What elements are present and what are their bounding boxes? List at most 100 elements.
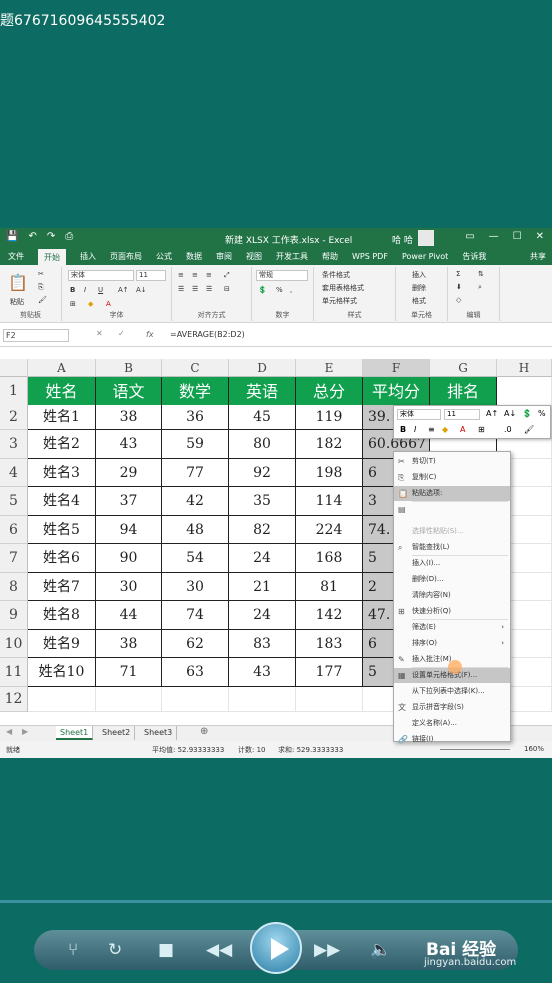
empty-cell[interactable] [28, 687, 96, 712]
tab-2[interactable]: 插入 [80, 251, 96, 262]
shrink-font-icon[interactable]: A↓ [136, 286, 147, 294]
row-header[interactable]: 4 [0, 459, 28, 487]
function-icon[interactable]: fx [146, 330, 154, 339]
tab-6[interactable]: 审阅 [216, 251, 232, 262]
data-cell[interactable]: 92 [229, 459, 296, 487]
currency-icon[interactable]: 💲 [258, 286, 267, 294]
context-menu-item[interactable]: ⊞ 快速分析(Q) [394, 604, 510, 619]
replay-icon[interactable]: ↻ [108, 940, 122, 960]
data-cell[interactable]: 姓名1 [28, 405, 96, 430]
data-cell[interactable]: 142 [296, 601, 363, 630]
data-cell[interactable]: 62 [162, 630, 229, 658]
tab-0[interactable]: 文件 [8, 251, 24, 262]
percent-icon[interactable]: % [276, 286, 283, 294]
mini-size-combo[interactable]: 11 [444, 409, 480, 420]
enter-icon[interactable]: ✓ [118, 329, 125, 338]
context-menu-item[interactable]: 排序(O) › [394, 636, 510, 651]
data-cell[interactable]: 177 [296, 658, 363, 687]
data-cell[interactable]: 114 [296, 487, 363, 516]
stop-icon[interactable]: ■ [158, 940, 174, 960]
column-header[interactable]: G [430, 359, 497, 377]
context-menu-item[interactable]: 定义名称(A)... [394, 716, 510, 731]
number-format-combo[interactable]: 常规 [256, 270, 308, 281]
context-menu-item[interactable]: 选择性粘贴(S)... [394, 524, 510, 539]
user-name[interactable]: 哈 哈 [392, 233, 413, 246]
add-sheet-icon[interactable]: ⊕ [200, 726, 208, 737]
data-cell[interactable]: 姓名8 [28, 601, 96, 630]
rewind-icon[interactable]: ◀◀ [206, 940, 232, 960]
header-cell[interactable]: 总分 [296, 377, 363, 406]
data-cell[interactable]: 姓名6 [28, 544, 96, 573]
maximize-icon[interactable]: ☐ [513, 231, 522, 242]
row-header[interactable]: 8 [0, 573, 28, 601]
underline-button[interactable]: U [98, 286, 103, 294]
share-icon[interactable]: ⑂ [68, 940, 78, 960]
orientation-icon[interactable]: ⤢ [224, 271, 230, 280]
autosum-icon[interactable]: Σ [456, 270, 460, 278]
data-cell[interactable]: 198 [296, 459, 363, 487]
column-header[interactable]: H [497, 359, 552, 377]
data-cell[interactable]: 48 [162, 516, 229, 544]
bold-button[interactable]: B [70, 286, 75, 294]
mini-fill-color-icon[interactable]: ◆ [442, 425, 448, 434]
zoom-level[interactable]: 160% [524, 745, 544, 753]
data-cell[interactable]: 54 [162, 544, 229, 573]
data-cell[interactable]: 94 [96, 516, 162, 544]
data-cell[interactable]: 姓名3 [28, 459, 96, 487]
context-menu-item[interactable]: 从下拉列表中选择(K)... [394, 684, 510, 699]
column-header[interactable]: E [296, 359, 363, 377]
delete-cells-button[interactable]: 删除 [412, 283, 426, 293]
data-cell[interactable]: 83 [229, 630, 296, 658]
redo-icon[interactable]: ↷ [47, 231, 55, 242]
cancel-icon[interactable]: ✕ [96, 329, 103, 338]
font-name-combo[interactable]: 宋体 [68, 270, 134, 281]
fast-forward-icon[interactable]: ▶▶ [314, 940, 340, 960]
tab-11[interactable]: Power Pivot [402, 252, 448, 261]
data-cell[interactable]: 42 [162, 487, 229, 516]
fill-icon[interactable]: ⬇ [456, 283, 462, 291]
align-middle-icon[interactable]: ≡ [192, 271, 198, 279]
data-cell[interactable]: 71 [96, 658, 162, 687]
data-cell[interactable]: 44 [96, 601, 162, 630]
context-menu-item[interactable]: 📋 粘贴选项: [394, 486, 510, 501]
align-right-icon[interactable]: ☰ [206, 285, 212, 293]
column-header[interactable]: F [363, 359, 430, 377]
cut-icon[interactable]: ✂ [38, 270, 44, 278]
data-cell[interactable]: 姓名10 [28, 658, 96, 687]
font-size-combo[interactable]: 11 [136, 270, 166, 281]
data-cell[interactable]: 43 [229, 658, 296, 687]
tab-1[interactable]: 开始 [38, 249, 66, 266]
next-sheet-icon[interactable]: ▶ [22, 727, 28, 736]
data-cell[interactable]: 45 [229, 405, 296, 430]
paste-label[interactable]: 粘贴 [10, 297, 24, 307]
copy-icon[interactable]: ⎘ [38, 283, 44, 292]
header-cell[interactable]: 排名 [430, 377, 497, 406]
sheet-tab[interactable]: Sheet3 [140, 726, 178, 740]
mini-decimal-icon[interactable]: .0 [504, 425, 512, 434]
insert-cells-button[interactable]: 插入 [412, 270, 426, 280]
data-cell[interactable]: 24 [229, 544, 296, 573]
print-icon[interactable]: ⎙ [65, 231, 73, 242]
mini-border-icon[interactable]: ⊞ [478, 425, 485, 434]
grow-font-icon[interactable]: A↑ [118, 286, 129, 294]
context-menu-item[interactable]: 筛选(E) › [394, 620, 510, 635]
mini-grow-font-icon[interactable]: A↑ [486, 409, 498, 418]
data-cell[interactable]: 183 [296, 630, 363, 658]
data-cell[interactable]: 21 [229, 573, 296, 601]
data-cell[interactable]: 38 [96, 630, 162, 658]
column-header[interactable]: B [96, 359, 162, 377]
italic-button[interactable]: I [84, 286, 86, 294]
data-cell[interactable]: 77 [162, 459, 229, 487]
mini-shrink-font-icon[interactable]: A↓ [504, 409, 516, 418]
avatar[interactable] [418, 230, 434, 246]
zoom-slider[interactable] [440, 749, 510, 750]
data-cell[interactable]: 81 [296, 573, 363, 601]
save-icon[interactable]: 💾 [6, 231, 18, 242]
align-center-icon[interactable]: ☰ [192, 285, 198, 293]
row-header[interactable]: 7 [0, 544, 28, 573]
header-cell[interactable]: 姓名 [28, 377, 96, 406]
tab-5[interactable]: 数据 [186, 251, 202, 262]
align-bottom-icon[interactable]: ≡ [206, 271, 212, 279]
data-cell[interactable]: 姓名7 [28, 573, 96, 601]
undo-icon[interactable]: ↶ [28, 231, 36, 242]
